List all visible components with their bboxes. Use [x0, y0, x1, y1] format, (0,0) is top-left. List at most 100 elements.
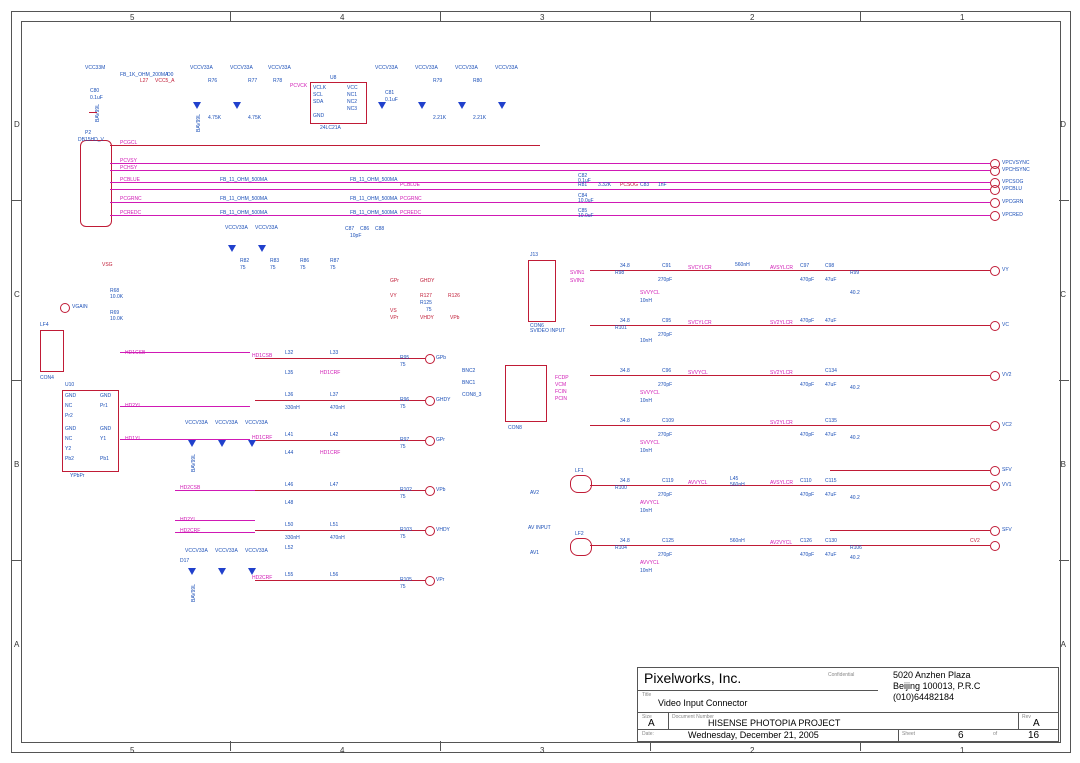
port-vy [990, 266, 1000, 276]
net-pcin: PCIN [555, 396, 567, 402]
ref-r97: R97 [400, 437, 409, 443]
bav99l-0: BAV99L [95, 104, 101, 122]
bav99l-3: BAV99L [191, 584, 197, 602]
ref-fb-b: FB_11_OHM_500MA [220, 196, 267, 202]
val-c134: 47uF [825, 382, 836, 388]
net-vccv33a-2: VCCV33A [230, 65, 253, 71]
wire [110, 202, 990, 203]
tick [11, 380, 21, 381]
out-vpr: VPr [436, 577, 444, 583]
wire [110, 145, 540, 146]
tick [650, 741, 651, 751]
out-ghdy: GHDY [436, 397, 450, 403]
row-right-C: C [1060, 290, 1066, 299]
net-sv2ylcr: SV2YLCR [770, 320, 793, 326]
net-pcvsy: PCVSY [120, 158, 137, 164]
ref-r101: R101 [615, 325, 627, 331]
out-gpr2: GPr [390, 278, 399, 284]
u8-gnd: GND [313, 113, 324, 119]
ref-c134: C134 [825, 368, 837, 374]
ref-r95: R95 [400, 355, 409, 361]
val-r87: 75 [330, 265, 336, 271]
ref-l27: L27 [140, 78, 148, 84]
ref-r127: R127 [420, 293, 432, 299]
ref-r77: R77 [248, 78, 257, 84]
ref-r96: R96 [400, 397, 409, 403]
val-c470b: 470pF [800, 318, 814, 324]
u10-pb2: Pb2 [65, 456, 74, 462]
ref-c96: C96 [662, 368, 671, 374]
tb-of-lbl: of [993, 731, 997, 737]
wire [830, 530, 990, 531]
col-top-5: 5 [130, 13, 134, 22]
net-sv2ylcr2: SV2YLCR [770, 370, 793, 376]
port-vpb [425, 486, 435, 496]
ref-lf2: LF2 [575, 531, 584, 537]
port-vgain [60, 303, 70, 313]
out-vhdy2: VHDY [420, 315, 434, 321]
diode-icon [258, 245, 266, 252]
net-svvycl2a: SVVYCL [688, 370, 708, 376]
ref-con6: CON6 [530, 323, 544, 329]
ref-r100: R100 [615, 485, 627, 491]
u10-gnd3: GND [65, 426, 76, 432]
ref-l33: L33 [330, 350, 338, 356]
ref-u10: U10 [65, 382, 74, 388]
diode-icon [188, 440, 196, 447]
net-avvycl2: AVVYCL [640, 500, 659, 506]
ref-r86: R86 [300, 258, 309, 264]
wire [120, 439, 250, 440]
val-r34f: 34.8 [620, 538, 630, 544]
net-hd1crf1: HD1CRF [320, 370, 340, 376]
u10-pr2: Pr2 [65, 413, 73, 419]
j13-conn [528, 260, 556, 322]
diode-icon [218, 440, 226, 447]
ref-c98: C98 [825, 263, 834, 269]
val-l560b: 560nH [730, 538, 745, 544]
ref-bnc1: BNC1 [462, 380, 475, 386]
u10-gnd1: GND [65, 393, 76, 399]
ref-l52: L52 [285, 545, 293, 551]
lf4-conn [40, 330, 64, 372]
ref-c125: C125 [662, 538, 674, 544]
row-right-D: D [1060, 120, 1066, 129]
gnd-icon [89, 112, 97, 113]
net-pcgrnc2: PCGRNC [400, 196, 422, 202]
port-vpcred [990, 211, 1000, 221]
net-pcvck: PCVCK [290, 83, 307, 89]
val-c109: 270pF [658, 432, 672, 438]
wire [110, 189, 990, 190]
val-c98: 47uF [825, 277, 836, 283]
tb-date-lbl: Date: [642, 731, 654, 737]
tick [230, 11, 231, 21]
val-l45: 560nH [730, 482, 745, 488]
val-c125: 270pF [658, 552, 672, 558]
net-pcgcl: PCGCL [120, 140, 137, 146]
out-vy: VY [1002, 267, 1009, 273]
diode-icon [248, 440, 256, 447]
wire [830, 470, 990, 471]
val-r99: 40.2 [850, 290, 860, 296]
out-vpchsync: VPCHSYNC [1002, 167, 1030, 173]
val-l10f: 10nH [640, 568, 652, 574]
diode-icon [458, 102, 466, 109]
net-hd1crf2: HD1CRF [320, 450, 340, 456]
val-c470d: 470pF [800, 432, 814, 438]
val-c80: 0.1uF [90, 95, 103, 101]
ref-fb-c: FB_11_OHM_500MA [220, 210, 267, 216]
net-svcyl: SVCYLCR [688, 265, 712, 271]
val-c85: 10.0uF [578, 213, 594, 219]
net-hd2crf: HD2CRF [180, 528, 200, 534]
out-vv2: VV2 [1002, 372, 1011, 378]
val-r40d: 40.2 [850, 495, 860, 501]
u10-y1: Y1 [100, 436, 106, 442]
tick [860, 11, 861, 21]
val-l10a: 10nH [640, 298, 652, 304]
net-vccvga-b: VCCV33A [255, 225, 278, 231]
ref-fb-e: FB_11_OHM_500MA [350, 196, 397, 202]
ref-l41: L41 [285, 432, 293, 438]
tick [650, 11, 651, 21]
val-r68: 10.0K [110, 294, 123, 300]
row-left-C: C [14, 290, 20, 299]
ref-l56: L56 [330, 572, 338, 578]
